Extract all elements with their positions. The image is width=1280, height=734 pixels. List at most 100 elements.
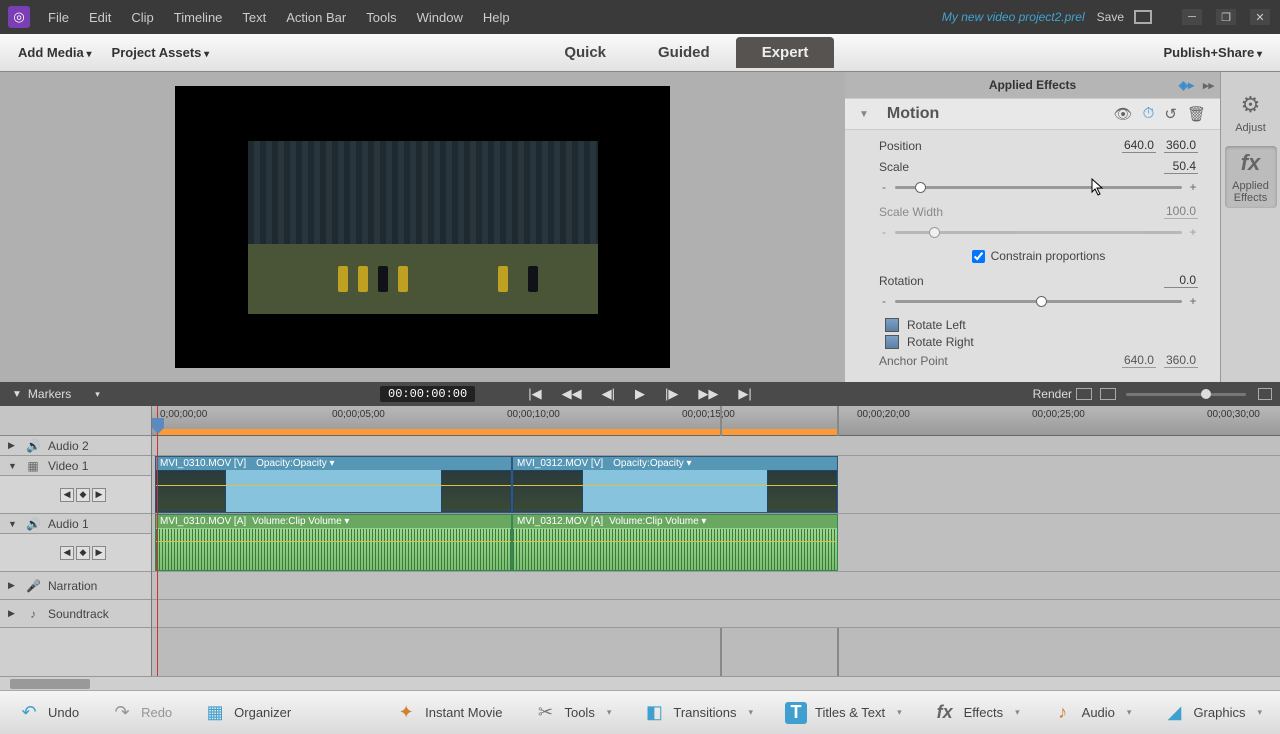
stopwatch-icon[interactable]: ⏱ xyxy=(1143,105,1155,123)
rotate-left-button[interactable]: Rotate Left xyxy=(879,318,1198,332)
tools-dropdown[interactable]: ✂Tools xyxy=(528,698,617,728)
collapse-audio1-icon[interactable]: ▼ xyxy=(8,519,18,529)
fx-icon: fx xyxy=(1241,150,1261,176)
menu-actionbar[interactable]: Action Bar xyxy=(276,4,356,31)
collapse-video1-icon[interactable]: ▼ xyxy=(8,461,18,471)
time-ruler[interactable]: 0;00;00;00 00;00;05;00 00;00;10;00 00;00… xyxy=(152,406,1280,436)
instant-movie-button[interactable]: ✦Instant Movie xyxy=(389,698,508,728)
tab-guided[interactable]: Guided xyxy=(632,37,736,68)
rotation-slider[interactable] xyxy=(895,300,1182,303)
kf-prev-button[interactable]: ◀ xyxy=(60,546,74,560)
redo-button[interactable]: ↷Redo xyxy=(105,698,178,728)
position-label: Position xyxy=(879,139,1114,153)
play-button[interactable]: ▶ xyxy=(635,386,645,402)
rotate-right-button[interactable]: Rotate Right xyxy=(879,335,1198,349)
menu-clip[interactable]: Clip xyxy=(121,4,163,31)
scale-slider[interactable] xyxy=(895,186,1182,189)
safezone-icon[interactable] xyxy=(1134,10,1152,24)
step-forward-button[interactable]: |▶ xyxy=(665,386,678,402)
organizer-button[interactable]: ▦Organizer xyxy=(198,698,297,728)
rotation-increase-button[interactable]: + xyxy=(1188,294,1198,308)
trash-icon[interactable]: 🗑 xyxy=(1187,105,1206,123)
reset-icon[interactable]: ↺ xyxy=(1164,105,1177,123)
keyframe-icon[interactable]: ◈▸ xyxy=(1179,78,1194,92)
position-y-value[interactable]: 360.0 xyxy=(1164,138,1198,153)
timecode-display[interactable]: 00:00:00:00 xyxy=(380,386,475,402)
expand-soundtrack-icon[interactable]: ▶ xyxy=(8,608,18,619)
menu-timeline[interactable]: Timeline xyxy=(164,4,233,31)
mic-icon[interactable]: 🎤 xyxy=(26,579,40,593)
menu-edit[interactable]: Edit xyxy=(79,4,121,31)
menu-file[interactable]: File xyxy=(38,4,79,31)
step-back-button[interactable]: ◀| xyxy=(602,386,615,402)
kf-next-button[interactable]: ▶ xyxy=(92,488,106,502)
collapse-icon[interactable]: ▼ xyxy=(859,109,869,120)
maximize-button[interactable]: ❐ xyxy=(1216,9,1236,25)
kf-next-button[interactable]: ▶ xyxy=(92,546,106,560)
transitions-dropdown[interactable]: ◧Transitions xyxy=(637,698,759,728)
save-button[interactable]: Save xyxy=(1097,10,1124,24)
goto-end-button[interactable]: ▶| xyxy=(738,386,751,402)
speaker-icon[interactable]: 🔊 xyxy=(26,517,40,531)
fit-zoom-button[interactable] xyxy=(1258,388,1272,400)
clip-a2[interactable]: MVI_0312.MOV [A]Volume:Clip Volume ▾ xyxy=(512,514,838,571)
expand-narration-icon[interactable]: ▶ xyxy=(8,580,18,591)
menu-window[interactable]: Window xyxy=(407,4,473,31)
audio2-row[interactable] xyxy=(152,436,1280,456)
undo-button[interactable]: ↶Undo xyxy=(12,698,85,728)
soundtrack-row[interactable] xyxy=(152,600,1280,628)
zoom-slider[interactable] xyxy=(1126,393,1246,396)
horizontal-scrollbar[interactable] xyxy=(0,676,1280,690)
narration-row[interactable] xyxy=(152,572,1280,600)
rotate-left-icon xyxy=(885,318,899,332)
graphics-dropdown[interactable]: ◢Graphics xyxy=(1157,698,1268,728)
music-icon[interactable]: ♪ xyxy=(26,607,40,621)
titles-dropdown[interactable]: TTitles & Text xyxy=(779,698,908,728)
add-media-dropdown[interactable]: Add Media xyxy=(8,39,102,66)
video1-row[interactable]: MVI_0310.MOV [V]Opacity:Opacity ▾ MVI_03… xyxy=(152,456,1280,514)
next-button[interactable]: ▶▶ xyxy=(698,386,718,402)
close-button[interactable]: ✕ xyxy=(1250,9,1270,25)
tab-expert[interactable]: Expert xyxy=(736,37,835,68)
adjust-tab[interactable]: ⚙Adjust xyxy=(1225,82,1277,144)
clip-v1[interactable]: MVI_0310.MOV [V]Opacity:Opacity ▾ xyxy=(155,456,512,513)
scale-increase-button[interactable]: + xyxy=(1188,180,1198,194)
render-button[interactable]: Render xyxy=(1033,387,1072,401)
prev-button[interactable]: ◀◀ xyxy=(562,386,582,402)
tab-quick[interactable]: Quick xyxy=(538,37,632,68)
anchor-y-value[interactable]: 360.0 xyxy=(1164,353,1198,368)
applied-effects-tab[interactable]: fxApplied Effects xyxy=(1225,146,1277,208)
tracks-area[interactable]: 0;00;00;00 00;00;05;00 00;00;10;00 00;00… xyxy=(152,406,1280,676)
film-icon[interactable]: ▦ xyxy=(26,459,40,473)
position-x-value[interactable]: 640.0 xyxy=(1122,138,1156,153)
kf-add-button[interactable]: ◆ xyxy=(76,546,90,560)
eye-icon[interactable]: 👁 xyxy=(1114,105,1133,123)
rotation-value[interactable]: 0.0 xyxy=(1164,273,1198,288)
audio1-row[interactable]: MVI_0310.MOV [A]Volume:Clip Volume ▾ MVI… xyxy=(152,514,1280,572)
clip-a1[interactable]: MVI_0310.MOV [A]Volume:Clip Volume ▾ xyxy=(155,514,512,571)
goto-start-button[interactable]: |◀ xyxy=(528,386,541,402)
minimize-button[interactable]: ─ xyxy=(1182,9,1202,25)
publish-share-dropdown[interactable]: Publish+Share xyxy=(1154,39,1272,66)
effects-dropdown[interactable]: fxEffects xyxy=(928,698,1026,728)
kf-add-button[interactable]: ◆ xyxy=(76,488,90,502)
expand-icon[interactable]: ▸▸ xyxy=(1203,79,1214,92)
kf-prev-button[interactable]: ◀ xyxy=(60,488,74,502)
scale-value[interactable]: 50.4 xyxy=(1164,159,1198,174)
speaker-icon[interactable]: 🔊 xyxy=(26,439,40,453)
video-preview[interactable] xyxy=(248,141,598,314)
markers-dropdown[interactable]: Markers xyxy=(28,387,71,401)
expand-audio2-icon[interactable]: ▶ xyxy=(8,440,18,451)
menu-tools[interactable]: Tools xyxy=(356,4,406,31)
audio-dropdown[interactable]: ♪Audio xyxy=(1046,698,1138,728)
zoom-in-icon[interactable] xyxy=(1100,388,1116,400)
zoom-out-icon[interactable] xyxy=(1076,388,1092,400)
menu-text[interactable]: Text xyxy=(232,4,276,31)
constrain-proportions-checkbox[interactable] xyxy=(972,250,985,263)
scale-decrease-button[interactable]: - xyxy=(879,180,889,194)
rotation-decrease-button[interactable]: - xyxy=(879,294,889,308)
clip-v2[interactable]: MVI_0312.MOV [V]Opacity:Opacity ▾ xyxy=(512,456,838,513)
project-assets-dropdown[interactable]: Project Assets xyxy=(102,39,220,66)
menu-help[interactable]: Help xyxy=(473,4,520,31)
anchor-x-value[interactable]: 640.0 xyxy=(1122,353,1156,368)
